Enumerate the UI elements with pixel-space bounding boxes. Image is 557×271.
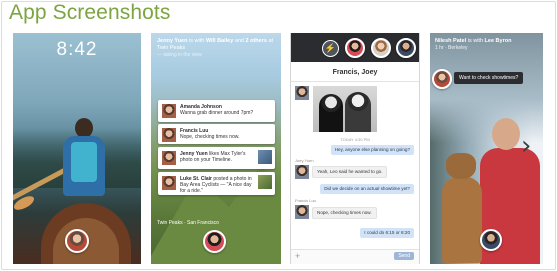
cover-header-name: Jenny Yuen [157, 38, 188, 44]
divider [291, 81, 419, 82]
cover-header-with: is with [467, 38, 483, 44]
cover-header-name: Nilesh Patel [435, 38, 467, 44]
notification-photo-thumb [258, 175, 272, 189]
cover-location: Twin Peaks · San Francisco [157, 220, 219, 226]
messenger-bolt-icon[interactable]: ⚡ [322, 40, 339, 57]
screenshot-chat[interactable]: ⚡ Francis, Joey TODAY 4:30 PM Hey, anyon… [290, 33, 420, 264]
message-sender: Joey Yuen [295, 158, 314, 163]
cover-header-sub: 1 hr · Berkeley [435, 45, 468, 51]
dog-figure [438, 153, 488, 263]
message-timestamp: TODAY 4:30 PM [340, 137, 370, 142]
chat-head-avatar[interactable] [203, 230, 226, 253]
cover-header-and: and [234, 38, 244, 44]
message-bubble-sent: Did we decide on an actual showtime yet? [320, 184, 414, 194]
message-bubble-received: Yeah, Leo said he wanted to go. [312, 166, 388, 178]
notification-card[interactable]: Francis Luu Nope, checking times now. [158, 124, 275, 144]
kayaker [61, 118, 107, 213]
cover-header-friend: Lee Byron [484, 38, 512, 44]
message-bubble-received: Nope, checking times now. [312, 207, 377, 219]
page-title: App Screenshots [9, 1, 171, 24]
notification-avatar [162, 104, 176, 118]
notification-card[interactable]: Amanda Johnson Wanna grab dinner around … [158, 100, 275, 122]
chat-head-avatar[interactable] [432, 69, 452, 89]
cover-header: Jenny Yuen is with Will Bailey and 2 oth… [157, 38, 277, 59]
cover-header-others: 2 others [245, 38, 267, 44]
notification-card[interactable]: Luke St. Clair posted a photo in Bay Are… [158, 172, 275, 195]
sender-avatar [295, 86, 309, 100]
chat-head-avatar[interactable] [480, 229, 502, 251]
notification-avatar [162, 128, 176, 142]
message-bubble-sent: Hey, anyone else planning on going? [330, 145, 414, 155]
notification-text: Wanna grab dinner around 7pm? [180, 110, 254, 116]
chat-head-avatar[interactable] [65, 229, 89, 253]
add-attachment-icon[interactable]: + [295, 251, 300, 261]
cover-header-friend: Will Bailey [205, 38, 234, 44]
chat-head-message[interactable]: Want to check showtimes? [454, 72, 524, 84]
chat-head-avatar[interactable] [371, 38, 391, 58]
chevron-right-icon[interactable]: › [521, 133, 531, 159]
screenshot-cover-feed[interactable]: Jenny Yuen is with Will Bailey and 2 oth… [151, 33, 281, 264]
sender-avatar [295, 165, 309, 179]
message-sender: Francis Luu [295, 198, 316, 203]
chat-head-avatar[interactable] [345, 38, 365, 58]
cover-header-with: is with [189, 38, 205, 44]
screenshot-lockscreen[interactable]: 8:42 [13, 33, 141, 264]
notification-avatar [162, 151, 176, 165]
cover-header-sub: — taking in the view [157, 52, 202, 58]
send-button[interactable]: Send [394, 252, 414, 260]
notification-avatar [162, 176, 176, 190]
message-bubble-sent: I could do 6:15 or 8:20 [360, 228, 414, 238]
notification-card[interactable]: Jenny Yuen likes Max Tyler's photo on yo… [158, 147, 275, 169]
cover-header: Nilesh Patel is with Lee Byron 1 hr · Be… [435, 38, 540, 52]
notification-text: Nope, checking times now. [180, 134, 240, 140]
chat-title: Francis, Joey [332, 69, 378, 76]
sender-avatar [295, 205, 309, 219]
chat-head-avatar[interactable] [396, 38, 416, 58]
shared-photo[interactable] [313, 86, 377, 132]
notification-photo-thumb [258, 150, 272, 164]
lock-time: 8:42 [56, 39, 98, 60]
